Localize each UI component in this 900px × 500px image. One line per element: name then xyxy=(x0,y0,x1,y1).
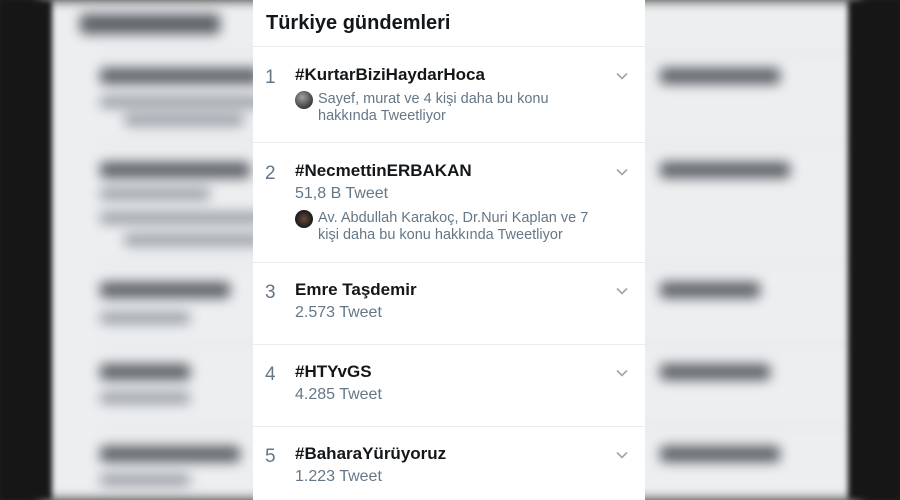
trend-name: #KurtarBiziHaydarHoca xyxy=(295,65,485,84)
tweet-count: 51,8 B Tweet xyxy=(295,185,389,202)
trend-rank: 4 xyxy=(265,364,276,385)
panel-title: Türkiye gündemleri xyxy=(253,0,645,47)
dark-edge-right xyxy=(848,0,900,500)
trend-item[interactable]: 1 #KurtarBiziHaydarHoca Sayef, murat ve … xyxy=(253,47,645,143)
ghost-bar xyxy=(100,446,240,462)
chevron-down-icon[interactable] xyxy=(615,284,629,298)
trend-name: #HTYvGS xyxy=(295,362,372,381)
trend-name: Emre Taşdemir xyxy=(295,280,417,299)
ghost-bar xyxy=(660,68,780,84)
trend-context-text: Av. Abdullah Karakoç, Dr.Nuri Kaplan ve … xyxy=(318,210,589,243)
tweet-count: 4.285 Tweet xyxy=(295,386,382,403)
tweet-count: 1.223 Tweet xyxy=(295,468,382,485)
trend-item[interactable]: 5 #BaharaYürüyoruz 1.223 Tweet xyxy=(253,427,645,500)
chevron-down-icon[interactable] xyxy=(615,69,629,83)
ghost-title xyxy=(80,14,220,34)
ghost-bar xyxy=(100,392,190,404)
trend-context: Sayef, murat ve 4 kişi daha bu konu hakk… xyxy=(295,91,605,125)
chevron-down-icon[interactable] xyxy=(615,165,629,179)
trend-item[interactable]: 4 #HTYvGS 4.285 Tweet xyxy=(253,345,645,427)
chevron-down-icon[interactable] xyxy=(615,366,629,380)
user-avatar xyxy=(295,210,313,228)
ghost-bar xyxy=(100,364,190,380)
ghost-bar xyxy=(124,234,264,246)
ghost-bar xyxy=(100,162,250,178)
ghost-bar xyxy=(660,282,760,298)
ghost-bar xyxy=(100,188,210,200)
dark-edge-left xyxy=(0,0,52,500)
trend-rank: 1 xyxy=(265,67,276,88)
trends-panel: Türkiye gündemleri 1 #KurtarBiziHaydarHo… xyxy=(253,0,645,500)
ghost-bar xyxy=(124,114,244,126)
ghost-bar xyxy=(100,312,190,324)
trend-rank: 3 xyxy=(265,282,276,303)
trend-context-text: Sayef, murat ve 4 kişi daha bu konu hakk… xyxy=(318,91,549,124)
tweet-count: 2.573 Tweet xyxy=(295,304,382,321)
trend-item[interactable]: 2 #NecmettinERBAKAN 51,8 B Tweet Av. Abd… xyxy=(253,143,645,263)
trend-rank: 2 xyxy=(265,163,276,184)
chevron-down-icon[interactable] xyxy=(615,448,629,462)
ghost-bar xyxy=(660,446,780,462)
trend-name: #NecmettinERBAKAN xyxy=(295,161,472,180)
ghost-bar xyxy=(100,282,230,298)
trend-context: Av. Abdullah Karakoç, Dr.Nuri Kaplan ve … xyxy=(295,210,605,244)
ghost-bar xyxy=(660,364,770,380)
ghost-bar xyxy=(660,162,790,178)
ghost-bar xyxy=(100,68,260,84)
trend-item[interactable]: 3 Emre Taşdemir 2.573 Tweet xyxy=(253,263,645,345)
trend-rank: 5 xyxy=(265,446,276,467)
trend-name: #BaharaYürüyoruz xyxy=(295,444,447,463)
ghost-bar xyxy=(100,474,190,486)
user-avatar xyxy=(295,91,313,109)
